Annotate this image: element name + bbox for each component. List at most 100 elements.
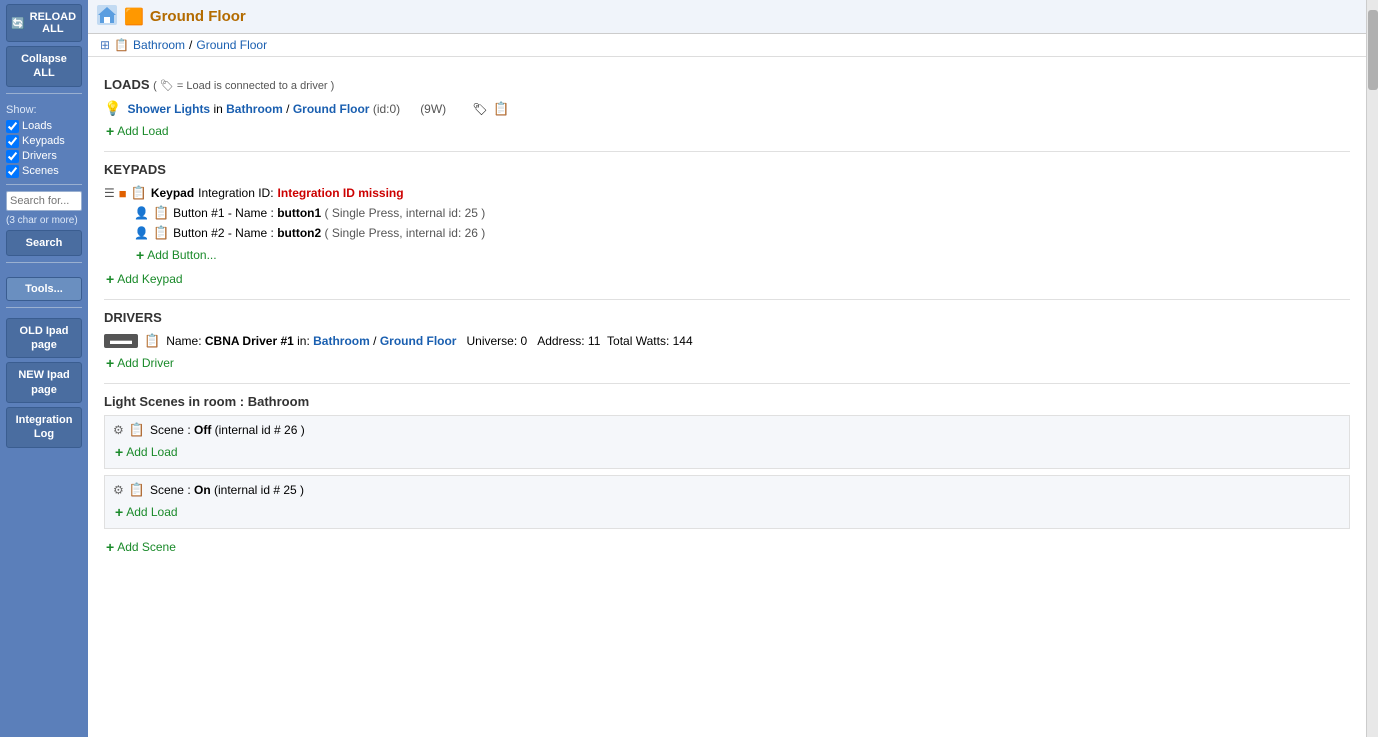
button1-edit-icon[interactable]: 📋	[153, 205, 169, 221]
search-button[interactable]: Search	[6, 230, 82, 256]
integration-log-button[interactable]: Integration Log	[6, 407, 82, 448]
keypad-item: ☰ ■ 📋 Keypad Integration ID: Integration…	[104, 183, 1350, 203]
reload-all-button[interactable]: 🔄 RELOAD ALL	[6, 4, 82, 42]
add-scene-button[interactable]: + Add Scene	[106, 539, 176, 555]
reload-all-label: RELOAD ALL	[29, 11, 77, 35]
scene-off-row: ⚙ 📋 Scene : Off (internal id # 26 )	[113, 420, 1341, 440]
cb-loads-checkbox[interactable]	[6, 120, 19, 133]
search-input[interactable]	[6, 191, 82, 211]
button2-status-icon: 👤	[134, 226, 149, 240]
scene-on-row: ⚙ 📋 Scene : On (internal id # 25 )	[113, 480, 1341, 500]
driver-room-link[interactable]: Bathroom	[313, 334, 370, 348]
scene-off-block: ⚙ 📋 Scene : Off (internal id # 26 ) + Ad…	[104, 415, 1350, 469]
scene-on-add-load-button[interactable]: + Add Load	[115, 504, 178, 520]
add-driver-container: + Add Driver	[104, 351, 1350, 375]
scene-off-add-load: + Add Load	[113, 440, 1341, 464]
scene-on-add-load: + Add Load	[113, 500, 1341, 524]
keypad-error-text: Integration ID missing	[278, 186, 404, 200]
divider-2	[104, 299, 1350, 300]
collapse-all-button[interactable]: Collapse ALL	[6, 46, 82, 87]
button2-label: Button #2 - Name : button2 ( Single Pres…	[173, 226, 485, 240]
scene-on-block: ⚙ 📋 Scene : On (internal id # 25 ) + Add…	[104, 475, 1350, 529]
new-ipad-button[interactable]: NEW Ipad page	[6, 362, 82, 403]
scene-off-edit-icon[interactable]: 📋	[129, 422, 145, 438]
scene-on-edit-icon[interactable]: 📋	[129, 482, 145, 498]
driver-floor-link[interactable]: Ground Floor	[380, 334, 457, 348]
scene-on-plus-icon: +	[115, 504, 123, 520]
sidebar: 🔄 RELOAD ALL Collapse ALL Show: Loads Ke…	[0, 0, 88, 737]
scene-off-plus-icon: +	[115, 444, 123, 460]
scene-off-add-load-label: Add Load	[126, 445, 177, 459]
scene-off-add-load-button[interactable]: + Add Load	[115, 444, 178, 460]
add-driver-label: Add Driver	[117, 356, 174, 370]
driver-name: CBNA Driver #1	[205, 334, 294, 348]
add-load-plus-icon: +	[106, 123, 114, 139]
scenes-header: Light Scenes in room : Bathroom	[104, 394, 1350, 409]
load-edit-icon[interactable]: 📋	[493, 101, 509, 117]
show-checkboxes: Loads Keypads Drivers Scenes	[4, 120, 65, 178]
cb-loads-label[interactable]: Loads	[6, 120, 65, 133]
scrollbar-thumb[interactable]	[1368, 10, 1378, 90]
keypads-section: KEYPADS ☰ ■ 📋 Keypad Integration ID: Int…	[104, 162, 1350, 291]
add-driver-button[interactable]: + Add Driver	[106, 355, 174, 371]
cb-drivers-text: Drivers	[22, 150, 57, 162]
cb-drivers-label[interactable]: Drivers	[6, 150, 65, 163]
page-title: Ground Floor	[150, 8, 246, 25]
old-ipad-button[interactable]: OLD Ipad page	[6, 318, 82, 359]
add-button-container: + Add Button...	[104, 243, 1350, 267]
add-load-label: Add Load	[117, 124, 168, 138]
loads-note: ( 🏷 = Load is connected to a driver )	[153, 80, 334, 92]
button1-name: button1	[277, 206, 321, 220]
scene-on-add-load-label: Add Load	[126, 505, 177, 519]
cb-drivers-checkbox[interactable]	[6, 150, 19, 163]
keypad-edit-icon[interactable]: 📋	[131, 185, 147, 201]
load-watts: (9W)	[420, 102, 446, 116]
breadcrumb-bathroom-link[interactable]: Bathroom	[133, 38, 185, 52]
scene-on-label: Scene : On (internal id # 25 )	[150, 483, 304, 497]
add-load-button[interactable]: + Add Load	[106, 123, 169, 139]
add-button-label: Add Button...	[147, 248, 216, 262]
show-label: Show:	[4, 104, 37, 116]
button2-name: button2	[277, 226, 321, 240]
breadcrumb: ⊞ 📋 Bathroom/ Ground Floor	[88, 34, 1366, 57]
load-in-text: in	[213, 102, 226, 116]
cb-scenes-text: Scenes	[22, 165, 59, 177]
cb-loads-text: Loads	[22, 120, 52, 132]
button2-edit-icon[interactable]: 📋	[153, 225, 169, 241]
load-room-link[interactable]: Bathroom	[226, 102, 283, 116]
load-bulb-icon: 💡	[104, 100, 121, 117]
cb-scenes-checkbox[interactable]	[6, 165, 19, 178]
load-name-link[interactable]: Shower Lights	[127, 102, 210, 116]
keypad-integration-label: Integration ID:	[198, 186, 273, 200]
scene-on-icon: ⚙	[113, 483, 124, 497]
loads-section: LOADS ( 🏷 = Load is connected to a drive…	[104, 77, 1350, 143]
tools-button[interactable]: Tools...	[6, 277, 82, 301]
cb-scenes-label[interactable]: Scenes	[6, 165, 65, 178]
scrollbar-track	[1366, 0, 1378, 737]
sidebar-divider-4	[6, 307, 82, 308]
load-id: (id:0)	[373, 102, 400, 116]
driver-name-label: Name: CBNA Driver #1 in: Bathroom / Grou…	[166, 334, 692, 348]
add-keypad-button[interactable]: + Add Keypad	[106, 271, 183, 287]
button2-detail: ( Single Press, internal id: 26 )	[325, 226, 486, 240]
breadcrumb-sep: /	[189, 38, 192, 52]
divider-1	[104, 151, 1350, 152]
breadcrumb-groundfloor-link[interactable]: Ground Floor	[196, 38, 267, 52]
driver-edit-icon[interactable]: 📋	[144, 333, 160, 349]
button1-detail: ( Single Press, internal id: 25 )	[325, 206, 486, 220]
cb-keypads-checkbox[interactable]	[6, 135, 19, 148]
driver-watts: 144	[673, 334, 693, 348]
driver-hw-icon: ▬▬	[104, 334, 138, 348]
title-bar: 🟧 Ground Floor	[88, 0, 1366, 34]
content-area: LOADS ( 🏷 = Load is connected to a drive…	[88, 57, 1366, 737]
load-item: 💡 Shower Lights in Bathroom / Ground Flo…	[104, 98, 1350, 119]
scenes-section: Light Scenes in room : Bathroom ⚙ 📋 Scen…	[104, 394, 1350, 559]
title-house-icon	[96, 4, 118, 29]
keypad-button-1: 👤 📋 Button #1 - Name : button1 ( Single …	[104, 203, 1350, 223]
add-button-button[interactable]: + Add Button...	[136, 247, 217, 263]
divider-3	[104, 383, 1350, 384]
load-floor-link[interactable]: Ground Floor	[293, 102, 370, 116]
driver-slash: /	[373, 334, 380, 348]
add-scene-label: Add Scene	[117, 540, 176, 554]
cb-keypads-label[interactable]: Keypads	[6, 135, 65, 148]
